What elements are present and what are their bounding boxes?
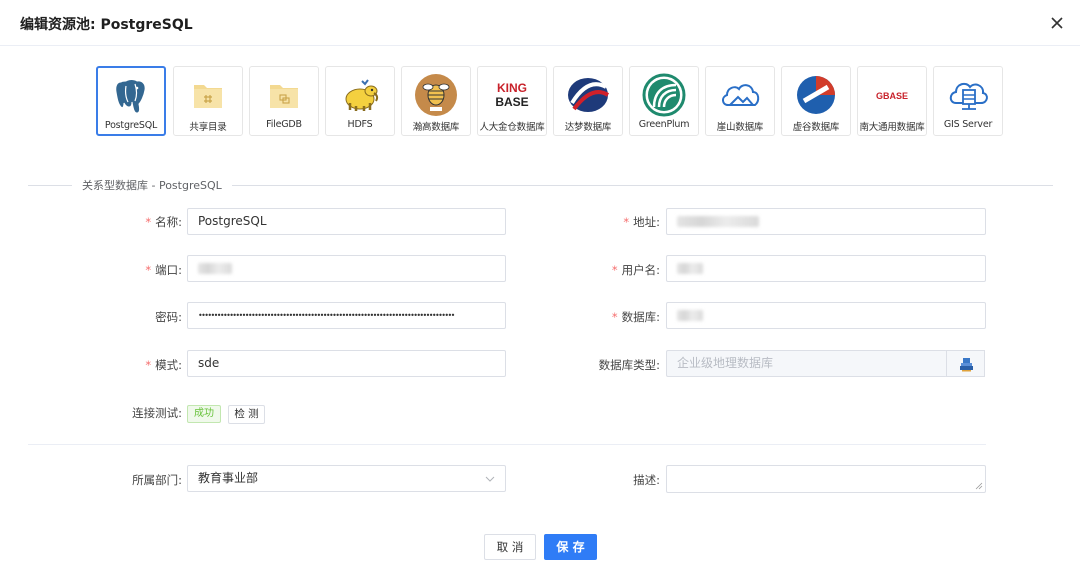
type-tile-greenplum[interactable]: GreenPlum <box>629 66 699 136</box>
redacted-value <box>677 216 759 227</box>
dbtype-label: 数据库类型: <box>598 358 660 372</box>
department-select[interactable]: 教育事业部 <box>187 465 506 492</box>
redacted-value <box>677 310 703 321</box>
type-tile-highgo[interactable]: 瀚高数据库 <box>401 66 471 136</box>
type-label: GreenPlum <box>638 119 690 130</box>
required-mark: * <box>611 263 618 277</box>
dameng-db-icon <box>568 78 610 112</box>
svg-text:BASE: BASE <box>495 95 528 109</box>
schema-label: * 模式: <box>145 358 182 372</box>
name-input[interactable]: PostgreSQL <box>187 208 506 235</box>
type-label: 虚谷数据库 <box>792 122 840 133</box>
type-tile-filegdb[interactable]: FileGDB <box>249 66 319 136</box>
gbase-logo: GBASE <box>876 91 908 101</box>
type-tile-xugu[interactable]: 虚谷数据库 <box>781 66 851 136</box>
type-label: PostgreSQL <box>104 120 158 131</box>
database-stamp-icon <box>960 358 973 372</box>
type-label: GIS Server <box>943 119 993 130</box>
close-icon[interactable] <box>1046 12 1068 34</box>
type-label: 瀚高数据库 <box>412 122 460 133</box>
save-button[interactable]: 保 存 <box>544 534 597 560</box>
yashan-cloud-icon <box>722 84 760 106</box>
username-label: * 用户名: <box>611 263 660 277</box>
greenplum-icon <box>642 73 686 117</box>
type-tile-gbase[interactable]: GBASE 南大通用数据库 <box>857 66 927 136</box>
type-label: 人大金仓数据库 <box>479 122 545 133</box>
type-label: 崖山数据库 <box>716 122 764 133</box>
conn-test-label: 连接测试: <box>132 406 182 420</box>
dialog-header: 编辑资源池: PostgreSQL <box>0 0 1080 46</box>
description-label: 描述: <box>633 473 660 487</box>
form-divider <box>28 444 986 445</box>
svg-text:GBASE: GBASE <box>876 91 908 101</box>
redacted-value <box>677 263 703 274</box>
gis-server-cloud-icon <box>949 82 988 110</box>
required-mark: * <box>145 215 152 229</box>
password-input[interactable]: ••••••••••••••••••••••••••••••••••••••••… <box>187 302 506 329</box>
schema-input[interactable]: sde <box>187 350 506 377</box>
type-label: 南大通用数据库 <box>859 122 925 133</box>
password-label: 密码: <box>155 310 182 324</box>
resize-handle-icon[interactable] <box>975 482 983 490</box>
required-mark: * <box>611 310 618 324</box>
postgresql-elephant-icon <box>115 79 146 114</box>
address-label: * 地址: <box>623 215 660 229</box>
type-label: FileGDB <box>266 119 302 130</box>
address-input[interactable] <box>666 208 986 235</box>
kingbase-logo: KING BASE <box>495 81 528 109</box>
name-label: * 名称: <box>145 215 182 229</box>
xugu-db-icon <box>797 76 835 114</box>
database-input[interactable] <box>666 302 986 329</box>
cancel-button[interactable]: 取 消 <box>484 534 536 560</box>
type-tile-shared-dir[interactable]: 共享目录 <box>173 66 243 136</box>
type-label: 达梦数据库 <box>564 122 612 133</box>
required-mark: * <box>145 358 152 372</box>
type-label: HDFS <box>347 119 373 130</box>
shared-folder-icon <box>194 85 222 108</box>
section-title: 关系型数据库 - PostgreSQL <box>72 177 232 193</box>
dbtype-picker-button[interactable] <box>946 350 985 377</box>
type-label: 共享目录 <box>189 122 227 133</box>
type-tile-gis-server[interactable]: GIS Server <box>933 66 1003 136</box>
svg-text:KING: KING <box>497 81 527 95</box>
filegdb-folder-icon <box>270 85 298 108</box>
chevron-down-icon <box>485 476 495 482</box>
port-label: * 端口: <box>145 263 182 277</box>
department-label: 所属部门: <box>132 473 182 487</box>
hdfs-hadoop-icon <box>345 79 379 111</box>
redacted-value <box>198 263 232 274</box>
type-tile-kingbase[interactable]: KING BASE 人大金仓数据库 <box>477 66 547 136</box>
type-tile-yashan[interactable]: 崖山数据库 <box>705 66 775 136</box>
dialog-title: 编辑资源池: PostgreSQL <box>20 17 193 33</box>
conn-status-badge: 成功 <box>187 405 221 423</box>
description-textarea[interactable] <box>666 465 986 493</box>
type-tile-hdfs[interactable]: HDFS <box>325 66 395 136</box>
test-connection-button[interactable]: 检 测 <box>228 405 265 424</box>
required-mark: * <box>145 263 152 277</box>
database-label: * 数据库: <box>611 310 660 324</box>
dbtype-input: 企业级地理数据库 <box>666 350 947 377</box>
port-input[interactable] <box>187 255 506 282</box>
required-mark: * <box>623 215 630 229</box>
type-tile-dameng[interactable]: 达梦数据库 <box>553 66 623 136</box>
highgo-db-icon <box>415 74 457 116</box>
username-input[interactable] <box>666 255 986 282</box>
type-tile-postgresql[interactable]: PostgreSQL <box>96 66 166 136</box>
department-value: 教育事业部 <box>198 471 259 485</box>
